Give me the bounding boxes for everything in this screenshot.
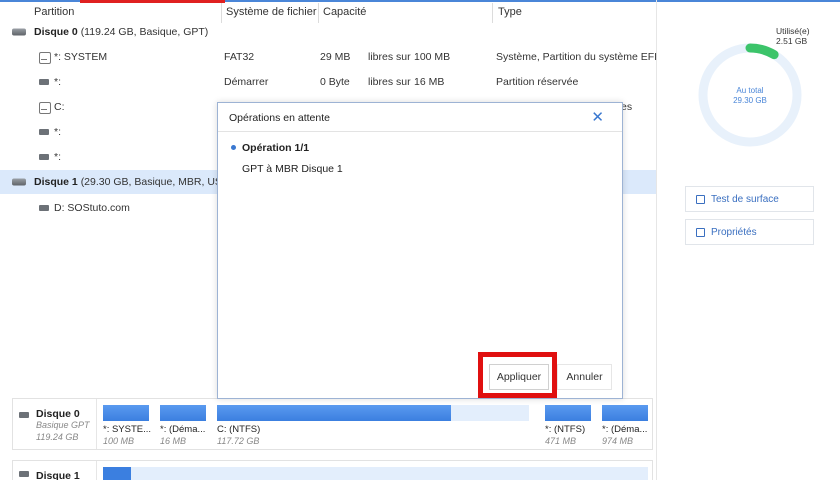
partition-name: C: xyxy=(54,101,65,113)
partition-bar-size: 117.72 GB xyxy=(217,436,260,446)
highlight-tab-marker xyxy=(80,0,225,3)
partition-bar-size: 471 MB xyxy=(545,436,577,446)
partition-bar-size: 100 MB xyxy=(103,436,135,446)
map-disk-name: Disque 1 xyxy=(36,470,80,480)
panel-divider xyxy=(656,0,657,480)
disk-icon xyxy=(12,28,26,36)
pending-operations-dialog: Opérations en attente ✕ Opération 1/1 GP… xyxy=(217,102,623,399)
partition-bar[interactable] xyxy=(545,405,591,421)
partition-row[interactable]: *: Démarrer 0 Byte libres sur 16 MB Part… xyxy=(0,70,656,94)
disk-title: Disque 0 (119.24 GB, Basique, GPT) xyxy=(34,26,208,38)
partition-icon xyxy=(39,79,49,85)
partition-name: *: xyxy=(54,76,62,88)
properties-button[interactable]: Propriétés xyxy=(685,219,814,245)
map-disk-name: Disque 0 xyxy=(36,408,80,420)
partition-bar-size: 16 MB xyxy=(160,436,187,446)
disk-icon xyxy=(12,178,26,186)
partition-name: *: xyxy=(54,126,62,138)
disk-map-disk0[interactable]: Disque 0 Basique GPT 119.24 GB *: SYSTE.… xyxy=(12,398,653,450)
partition-bar-fill xyxy=(602,405,648,421)
disk-info: (119.24 GB, Basique, GPT) xyxy=(80,26,209,38)
partition-bar[interactable] xyxy=(131,467,648,480)
partition-bar-label: *: (Déma... xyxy=(160,424,206,435)
partition-name: *: SYSTEM xyxy=(54,51,108,63)
partition-row[interactable]: *: SYSTEM FAT32 29 MB libres sur 100 MB … xyxy=(0,45,658,69)
partition-icon xyxy=(39,154,49,160)
partition-bar-label: *: SYSTE... xyxy=(103,424,152,435)
donut-svg: Au total 29.30 GB xyxy=(698,43,802,147)
disk-title: Disque 1 (29.30 GB, Basique, MBR, USB) xyxy=(34,176,232,188)
disk-map-disk1[interactable]: Disque 1 xyxy=(12,460,653,480)
partition-total: 100 MB xyxy=(414,51,451,63)
partition-icon xyxy=(39,205,49,211)
total-value: 29.30 GB xyxy=(733,96,767,105)
partition-bar[interactable] xyxy=(103,405,149,421)
used-label: Utilisé(e) xyxy=(776,26,810,36)
apply-highlight-frame xyxy=(478,352,557,398)
disk-info: (29.30 GB, Basique, MBR, USB) xyxy=(80,176,233,188)
partition-tree-icon xyxy=(39,52,51,64)
partition-used: 29 MB xyxy=(320,51,351,63)
partition-filesystem: FAT32 xyxy=(224,51,255,63)
surface-test-label: Test de surface xyxy=(711,193,779,205)
partition-filesystem: Démarrer xyxy=(224,76,269,88)
partition-bar[interactable] xyxy=(160,405,206,421)
disk-name: Disque 0 xyxy=(34,26,78,38)
partition-tree-icon xyxy=(39,102,51,114)
map-divider xyxy=(96,461,97,480)
partition-bar[interactable] xyxy=(602,405,648,421)
partition-bar-fill xyxy=(160,405,206,421)
donut-ring xyxy=(698,43,802,147)
partition-type: Système, Partition du système EFI xyxy=(496,51,658,63)
partition-name: *: xyxy=(54,151,62,163)
partition-free-label: libres sur xyxy=(368,51,411,63)
partition-bar-fill xyxy=(103,405,149,421)
operation-bullet xyxy=(231,145,236,150)
cancel-button[interactable]: Annuler xyxy=(557,364,612,390)
surface-test-icon xyxy=(696,194,705,204)
dialog-divider xyxy=(218,131,622,132)
partition-total: 16 MB xyxy=(414,76,445,88)
operation-title: Opération 1/1 xyxy=(242,142,310,154)
donut-used-arc xyxy=(745,43,779,60)
close-icon[interactable]: ✕ xyxy=(591,108,604,126)
total-label: Au total xyxy=(736,86,763,95)
disk-icon xyxy=(19,471,29,477)
partition-bar-label: *: (NTFS) xyxy=(545,424,586,435)
disk-icon xyxy=(19,412,29,418)
partition-bar-fill xyxy=(545,405,591,421)
partition-bar[interactable] xyxy=(217,405,529,421)
disk-row-disk0[interactable]: Disque 0 (119.24 GB, Basique, GPT) xyxy=(0,20,656,44)
partition-bar-label: C: (NTFS) xyxy=(217,424,261,435)
disk-name: Disque 1 xyxy=(34,176,78,188)
properties-icon xyxy=(696,227,705,237)
usage-donut-chart: Au total 29.30 GB xyxy=(695,40,805,150)
partition-type: Partition réservée xyxy=(496,76,579,88)
properties-label: Propriétés xyxy=(711,226,757,238)
map-divider xyxy=(96,399,97,449)
map-disk-type: Basique GPT xyxy=(36,420,90,430)
partition-icon xyxy=(39,129,49,135)
partition-name: D: SOStuto.com xyxy=(54,202,130,214)
partition-bar-fill xyxy=(217,405,451,421)
map-disk-size: 119.24 GB xyxy=(36,432,79,442)
dialog-title: Opérations en attente xyxy=(229,112,330,124)
partition-bar-size: 974 MB xyxy=(602,436,634,446)
partition-free-label: libres sur xyxy=(368,76,411,88)
operation-description: GPT à MBR Disque 1 xyxy=(242,163,343,175)
partition-bar-label: *: (Déma... xyxy=(602,424,648,435)
partition-used: 0 Byte xyxy=(320,76,350,88)
surface-test-button[interactable]: Test de surface xyxy=(685,186,814,212)
